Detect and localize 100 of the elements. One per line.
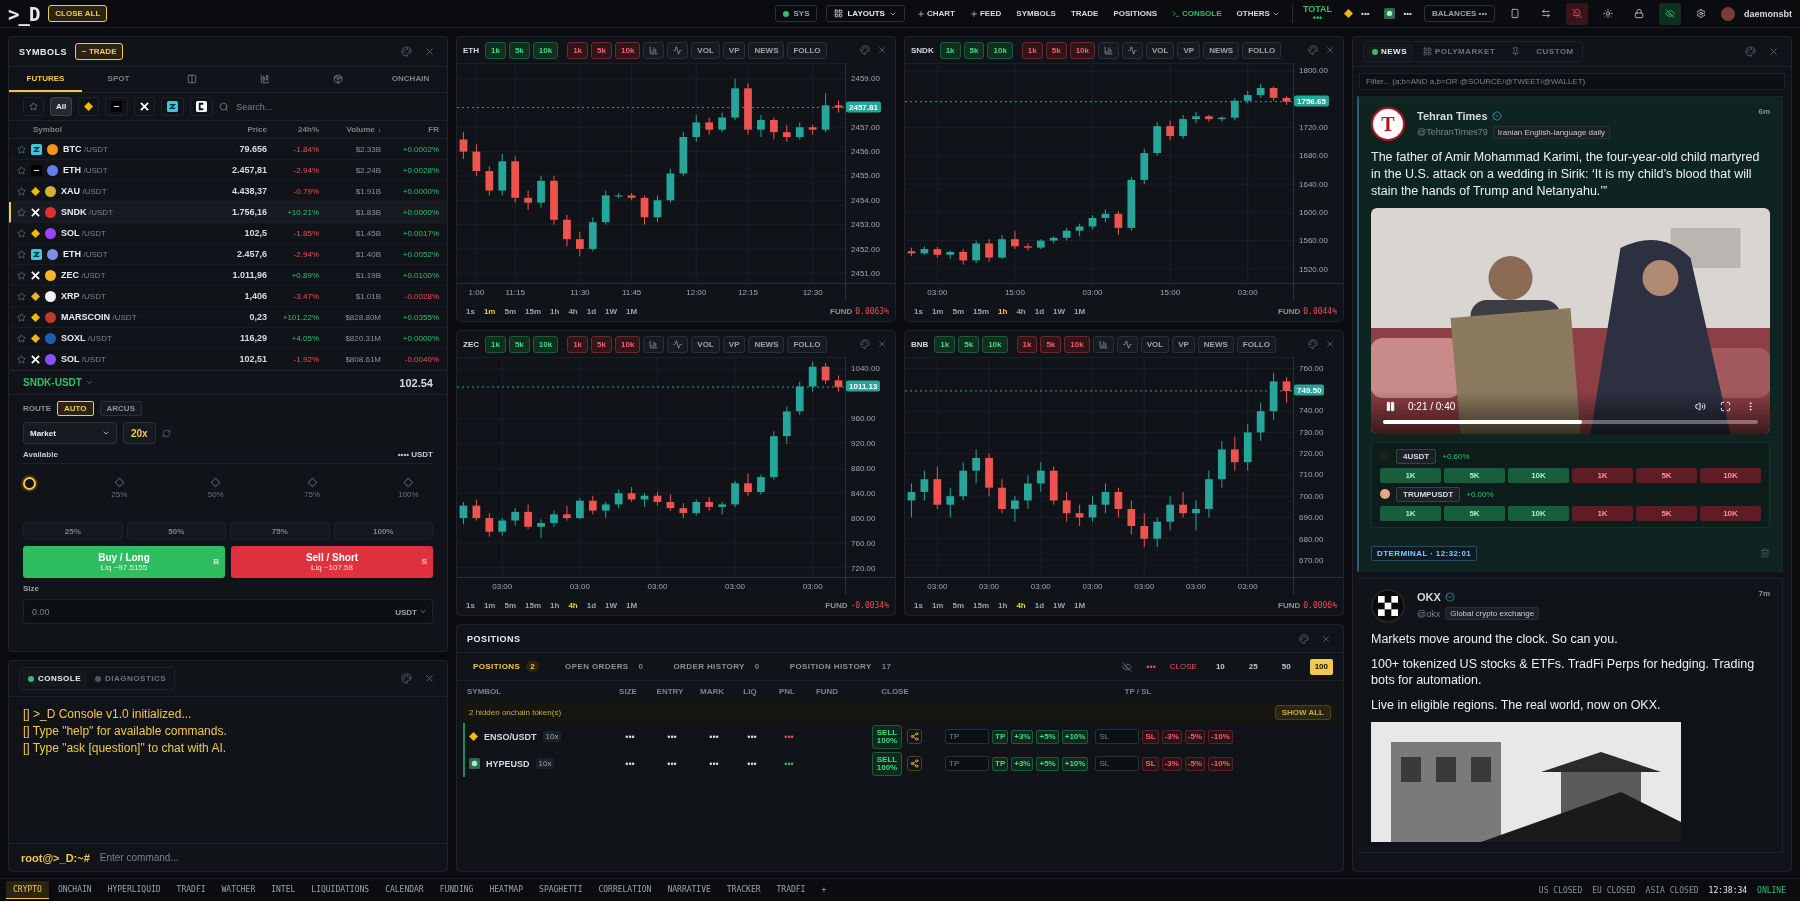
positions-tab[interactable]: OPEN ORDERS 0 <box>559 660 654 673</box>
tool-button[interactable]: VP <box>1172 335 1195 353</box>
timeframe-button[interactable]: 1m <box>928 599 947 611</box>
tool-button[interactable]: VOL <box>691 41 720 59</box>
size-slider[interactable]: 25% 50% 75% 100% <box>23 474 433 512</box>
timeframe-button[interactable]: 1h <box>547 305 563 317</box>
tool-button[interactable]: FOLLO <box>1242 41 1282 59</box>
workspace-tab[interactable]: NARRATIVE <box>660 881 718 899</box>
close-size-button[interactable]: 10 <box>1210 658 1230 675</box>
news-tab[interactable]: NEWS <box>1366 44 1413 59</box>
leverage-button[interactable]: 20x <box>123 422 156 444</box>
sell-size-button[interactable]: 10k <box>615 335 641 353</box>
close-all-button[interactable]: CLOSE ALL <box>48 5 108 22</box>
order-type-select[interactable]: Market <box>23 422 117 444</box>
timeframe-button[interactable]: 4h <box>565 599 581 611</box>
stop-loss-field[interactable]: SL <box>1095 729 1140 744</box>
command-field[interactable]: Enter command... <box>97 851 435 864</box>
sl-option[interactable]: -3% <box>1161 729 1182 744</box>
workspace-tab[interactable]: INTEL <box>264 881 303 899</box>
symbol-row[interactable]: MARSCOIN /USDT 0,23 +101.22% $828.80M +0.0355% <box>9 307 447 328</box>
username[interactable]: daemonsbt <box>1744 8 1792 19</box>
sell-size-button[interactable]: 5K <box>1636 505 1697 521</box>
sell-size-button[interactable]: 1k <box>567 41 589 59</box>
route-button[interactable]: ARCUS <box>99 401 142 416</box>
timeframe-button[interactable]: 1m <box>480 305 499 317</box>
tp-option[interactable]: +5% <box>1036 729 1059 744</box>
sell-size-button[interactable]: 5k <box>591 335 612 353</box>
tool-button[interactable]: NEWS <box>748 41 785 59</box>
sell-button[interactable]: SELL 100% <box>871 751 903 776</box>
tp-button[interactable]: TP <box>992 729 1009 744</box>
workspace-tab[interactable]: HYPERLIQUID <box>100 881 168 899</box>
app-logo[interactable]: >_D <box>8 2 40 25</box>
sell-size-button[interactable]: 5k <box>1040 335 1062 353</box>
symbol-row[interactable]: ETH /USDT 2.457,81 -2.94% $2.24B +0.0028% <box>9 160 447 181</box>
ticker-symbol[interactable]: TRUMPUSDT <box>1396 486 1461 502</box>
position-row[interactable]: HYPEUSD 10x ••• ••• ••• ••• ••• SELL 100% TP TP +3% +5% +10% SL SL -3% -5% -10% <box>463 750 1337 777</box>
layouts-menu[interactable]: LAYOUTS <box>826 5 905 22</box>
buy-size-button[interactable]: 10k <box>532 335 559 353</box>
tp-button[interactable]: TP <box>992 756 1009 771</box>
add-tab-button[interactable]: + <box>814 881 834 899</box>
sl-option[interactable]: -3% <box>1161 756 1182 771</box>
timeframe-button[interactable]: 4h <box>1013 305 1029 317</box>
symbol-row[interactable]: ZEC /USDT 1.011,96 +0.89% $1.19B +0.0100% <box>9 265 447 286</box>
timeframe-button[interactable]: 15m <box>522 305 545 317</box>
positions-tab[interactable]: ORDER HISTORY 0 <box>667 660 770 673</box>
timeframe-button[interactable]: 15m <box>522 599 545 611</box>
sell-size-button[interactable]: 1K <box>1572 467 1633 483</box>
tool-button[interactable]: VP <box>1177 41 1201 59</box>
workspace-tab[interactable]: FUNDING <box>432 881 481 899</box>
wallet-button[interactable]: ••• <box>1381 6 1415 21</box>
workspace-tab[interactable]: LIQUIDATIONS <box>304 881 377 899</box>
percent-button[interactable]: 50% <box>126 522 226 540</box>
sell-size-button[interactable]: 1k <box>1021 41 1043 59</box>
nav-button[interactable]: CONSOLE <box>1169 7 1225 20</box>
percent-button[interactable]: 75% <box>230 522 330 540</box>
symbol-row[interactable]: ETH /USDT 2.457,6 -2.94% $1.40B +0.0052% <box>9 244 447 265</box>
nav-button[interactable]: FEED <box>966 7 1005 20</box>
position-row[interactable]: ENSO/USDT 10x ••• ••• ••• ••• ••• SELL 100% TP TP +3% +5% +10% SL SL -3% -5% -10% <box>463 723 1337 750</box>
console-tab[interactable]: DIAGNOSTICS <box>89 670 173 687</box>
take-profit-field[interactable]: TP <box>945 756 989 771</box>
sell-size-button[interactable]: 5k <box>591 41 612 59</box>
sell-button[interactable]: SELL 100% <box>871 724 903 749</box>
timeframe-button[interactable]: 1W <box>1050 305 1069 317</box>
buy-size-button[interactable]: 1k <box>939 41 961 59</box>
sl-option[interactable]: -10% <box>1208 756 1233 771</box>
buy-size-button[interactable]: 5k <box>508 41 530 59</box>
buy-size-button[interactable]: 5K <box>1444 467 1505 483</box>
percent-button[interactable]: 25% <box>23 522 123 540</box>
buy-size-button[interactable]: 10K <box>1508 505 1569 521</box>
sell-size-button[interactable]: 1K <box>1572 505 1633 521</box>
sl-option[interactable]: -5% <box>1184 729 1206 744</box>
tp-option[interactable]: +3% <box>1011 756 1034 771</box>
workspace-tab[interactable]: TRACKER <box>719 881 768 899</box>
buy-size-button[interactable]: 1k <box>934 335 956 353</box>
workspace-tab[interactable]: TRADFI <box>769 881 813 899</box>
pair-selector[interactable]: SNDK-USDT <box>23 377 94 388</box>
buy-size-button[interactable]: 1k <box>485 335 506 353</box>
nav-button[interactable]: CHART <box>913 7 958 20</box>
tp-option[interactable]: +10% <box>1061 729 1089 744</box>
tool-button[interactable]: VOL <box>1146 41 1175 59</box>
timeframe-button[interactable]: 1d <box>1031 305 1048 317</box>
tp-option[interactable]: +5% <box>1036 756 1059 771</box>
tool-button[interactable]: NEWS <box>1203 41 1240 59</box>
workspace-tab[interactable]: TRADFI <box>169 881 213 899</box>
positions-tab[interactable]: POSITIONS 2 <box>467 660 546 673</box>
route-button[interactable]: AUTO <box>57 401 94 416</box>
filter-field[interactable]: Filter... (a;b=AND a,b=OR @SOURCE/@TWEET/@WALLET) <box>1359 73 1785 90</box>
timeframe-button[interactable]: 1s <box>463 599 478 611</box>
sell-size-button[interactable]: 10k <box>615 41 641 59</box>
console-tab[interactable]: CONSOLE <box>22 670 88 687</box>
symbol-row[interactable]: BTC /USDT 79.656 -1.84% $2.33B +0.0002% <box>9 139 447 160</box>
tool-button[interactable]: VP <box>722 335 746 353</box>
sell-size-button[interactable]: 10k <box>1069 41 1095 59</box>
stop-loss-field[interactable]: SL <box>1095 756 1140 771</box>
market-tab[interactable]: SPOT <box>82 67 155 92</box>
workspace-tab[interactable]: HEATMAP <box>482 881 531 899</box>
timeframe-button[interactable]: 4h <box>565 305 581 317</box>
percent-button[interactable]: 100% <box>333 522 433 540</box>
timeframe-button[interactable]: 5m <box>949 305 968 317</box>
symbol-row[interactable]: SOL /USDT 102,5 -1.85% $1.45B +0.0017% <box>9 223 447 244</box>
